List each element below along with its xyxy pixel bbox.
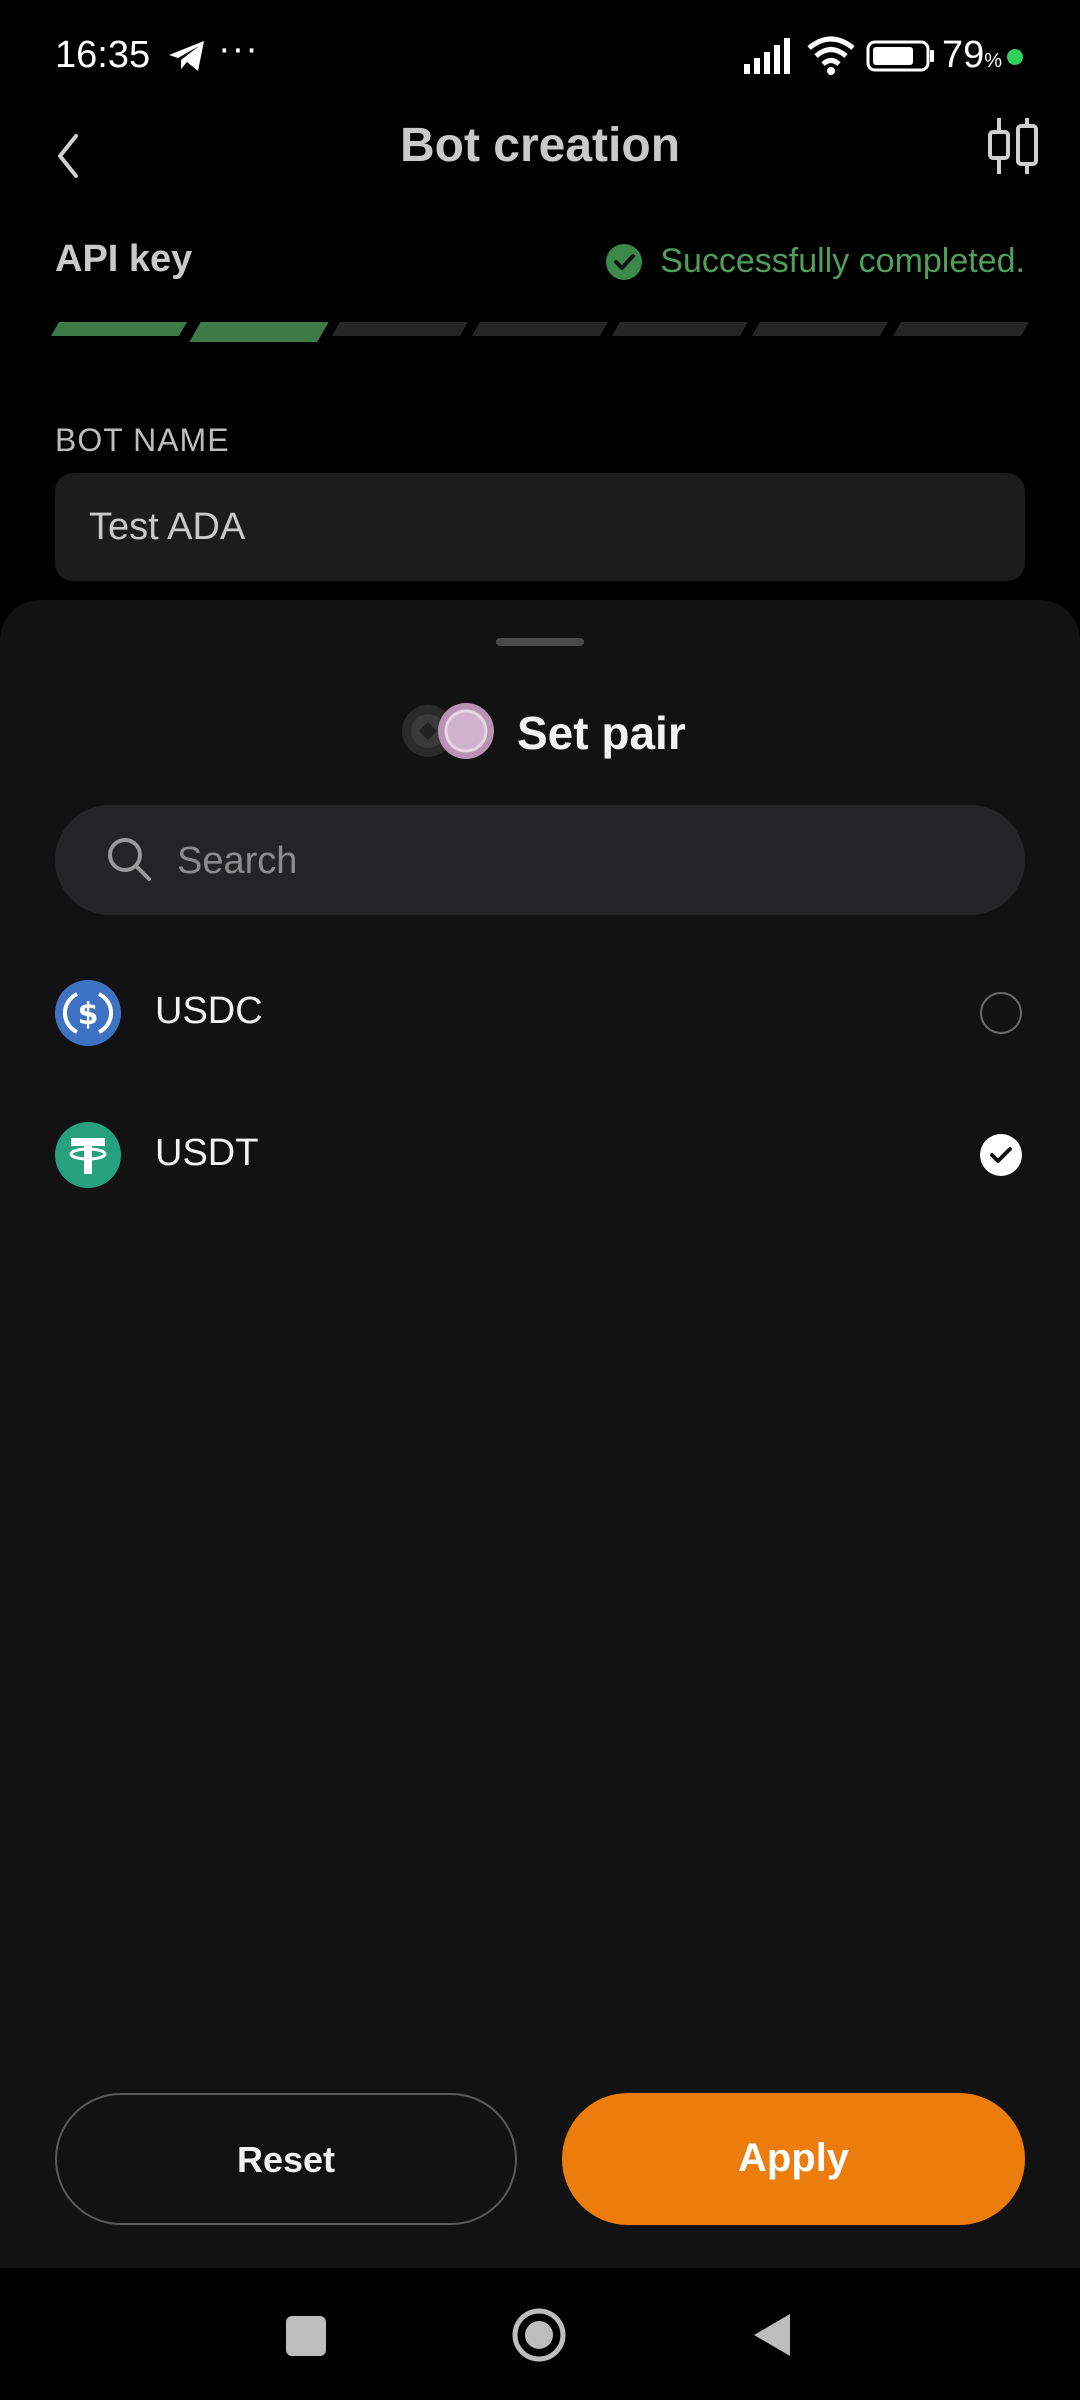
radio-usdc[interactable] [980, 992, 1022, 1034]
page-title: Bot creation [399, 119, 681, 172]
recents-icon[interactable] [286, 2316, 326, 2356]
usdt-coin-icon [55, 1122, 121, 1188]
apply-button[interactable]: Apply [562, 2093, 1025, 2225]
search-input[interactable] [175, 805, 999, 917]
set-pair-sheet: Set pair $ USDC [0, 600, 1080, 2268]
sheet-grabber[interactable] [496, 638, 584, 646]
step-row: API key Successfully completed. [55, 230, 1025, 290]
step-progress [50, 322, 1030, 342]
progress-segment [892, 322, 1030, 336]
step-label: API key [55, 238, 193, 280]
back-icon[interactable] [752, 2312, 792, 2358]
bot-name-label: BOT NAME [55, 422, 230, 458]
progress-segment [189, 322, 330, 342]
coin-label-usdc: USDC [155, 990, 263, 1032]
status-bar: 16:35 ··· 79% [0, 0, 1080, 116]
status-time: 16:35 [55, 34, 151, 76]
reset-button[interactable]: Reset [55, 2093, 517, 2225]
progress-segment [331, 322, 468, 336]
more-icon: ··· [218, 28, 259, 70]
battery-level: 79% [942, 34, 1003, 76]
bot-name-field[interactable]: Test ADA [55, 473, 1025, 581]
radio-usdt[interactable] [980, 1134, 1022, 1176]
progress-segment [752, 322, 889, 336]
usdc-coin-icon: $ [55, 980, 121, 1046]
wifi-icon [807, 36, 855, 75]
check-circle-icon [606, 243, 643, 280]
sheet-title: Set pair [517, 707, 686, 759]
progress-segment [50, 322, 188, 336]
sheet-title-row: Set pair [0, 700, 1080, 780]
list-item-usdc[interactable]: $ USDC [55, 958, 1025, 1068]
svg-text:$: $ [78, 997, 99, 1032]
step-status: Successfully completed. [606, 242, 1025, 281]
search-box [55, 805, 1025, 917]
header: Bot creation [0, 116, 1080, 216]
step-status-text: Successfully completed. [660, 242, 1025, 280]
telegram-icon [169, 41, 204, 71]
battery-icon [866, 40, 934, 72]
search-icon [108, 838, 151, 881]
home-icon[interactable] [512, 2308, 566, 2362]
pair-icon [402, 703, 494, 759]
check-icon [990, 1147, 1012, 1163]
signal-icon [744, 38, 790, 74]
status-dot [1007, 49, 1023, 65]
coin-label-usdt: USDT [155, 1132, 259, 1174]
screen: 16:35 ··· 79% Bot creation API key Succe… [0, 0, 1080, 2400]
progress-segment [471, 322, 609, 336]
system-nav-bar [0, 2268, 1080, 2400]
candlestick-chart-icon[interactable] [985, 116, 1041, 176]
progress-segment [612, 322, 749, 336]
list-item-usdt[interactable]: USDT [55, 1100, 1025, 1210]
